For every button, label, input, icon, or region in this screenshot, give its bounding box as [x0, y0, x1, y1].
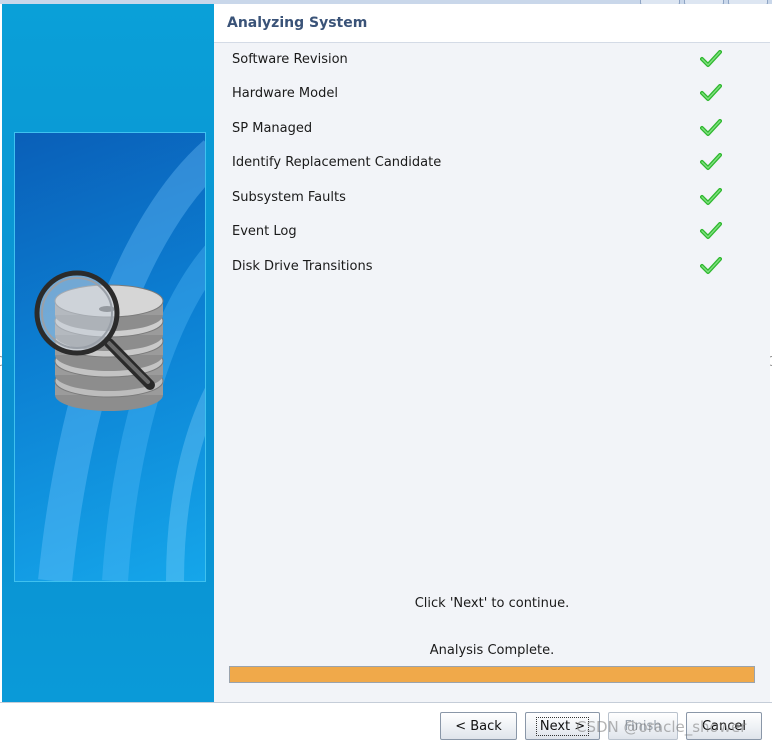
wizard-side-panel [2, 4, 214, 702]
watermark: CSDN @oracle_shower [576, 718, 747, 736]
analysis-progress-bar [229, 666, 755, 683]
check-item-label: Identify Replacement Candidate [232, 155, 442, 170]
green-check-icon [700, 188, 722, 205]
wizard-content: Analyzing System Software Revision Hardw… [214, 4, 770, 702]
check-item-label: Hardware Model [232, 86, 338, 101]
check-item: SP Managed [214, 111, 770, 145]
check-item-label: SP Managed [232, 121, 313, 136]
check-item: Event Log [214, 214, 770, 248]
green-check-icon [700, 84, 722, 101]
check-item: Identify Replacement Candidate [214, 145, 770, 179]
wizard-header: Analyzing System [214, 4, 770, 43]
green-check-icon [700, 222, 722, 239]
analysis-status: Analysis Complete. [429, 643, 555, 658]
magnifier-over-disk-stack-icon [34, 140, 205, 581]
check-item: Disk Drive Transitions [214, 249, 770, 283]
check-item-label: Disk Drive Transitions [232, 259, 373, 274]
check-item: Hardware Model [214, 76, 770, 110]
side-panel-artwork [14, 132, 206, 582]
check-item-label: Software Revision [232, 52, 348, 67]
back-button[interactable]: < Back [440, 712, 517, 740]
green-check-icon [700, 257, 722, 274]
green-check-icon [700, 119, 722, 136]
wizard-window: Analyzing System Software Revision Hardw… [0, 0, 772, 749]
check-item: Software Revision [214, 42, 770, 76]
check-item-label: Event Log [232, 224, 297, 239]
green-check-icon [700, 153, 722, 170]
page-title: Analyzing System [227, 15, 368, 31]
green-check-icon [700, 50, 722, 67]
back-button-label: < Back [455, 718, 502, 734]
continue-instruction: Click 'Next' to continue. [414, 596, 570, 611]
check-item: Subsystem Faults [214, 180, 770, 214]
check-item-label: Subsystem Faults [232, 190, 346, 205]
progress-fill [230, 667, 754, 682]
